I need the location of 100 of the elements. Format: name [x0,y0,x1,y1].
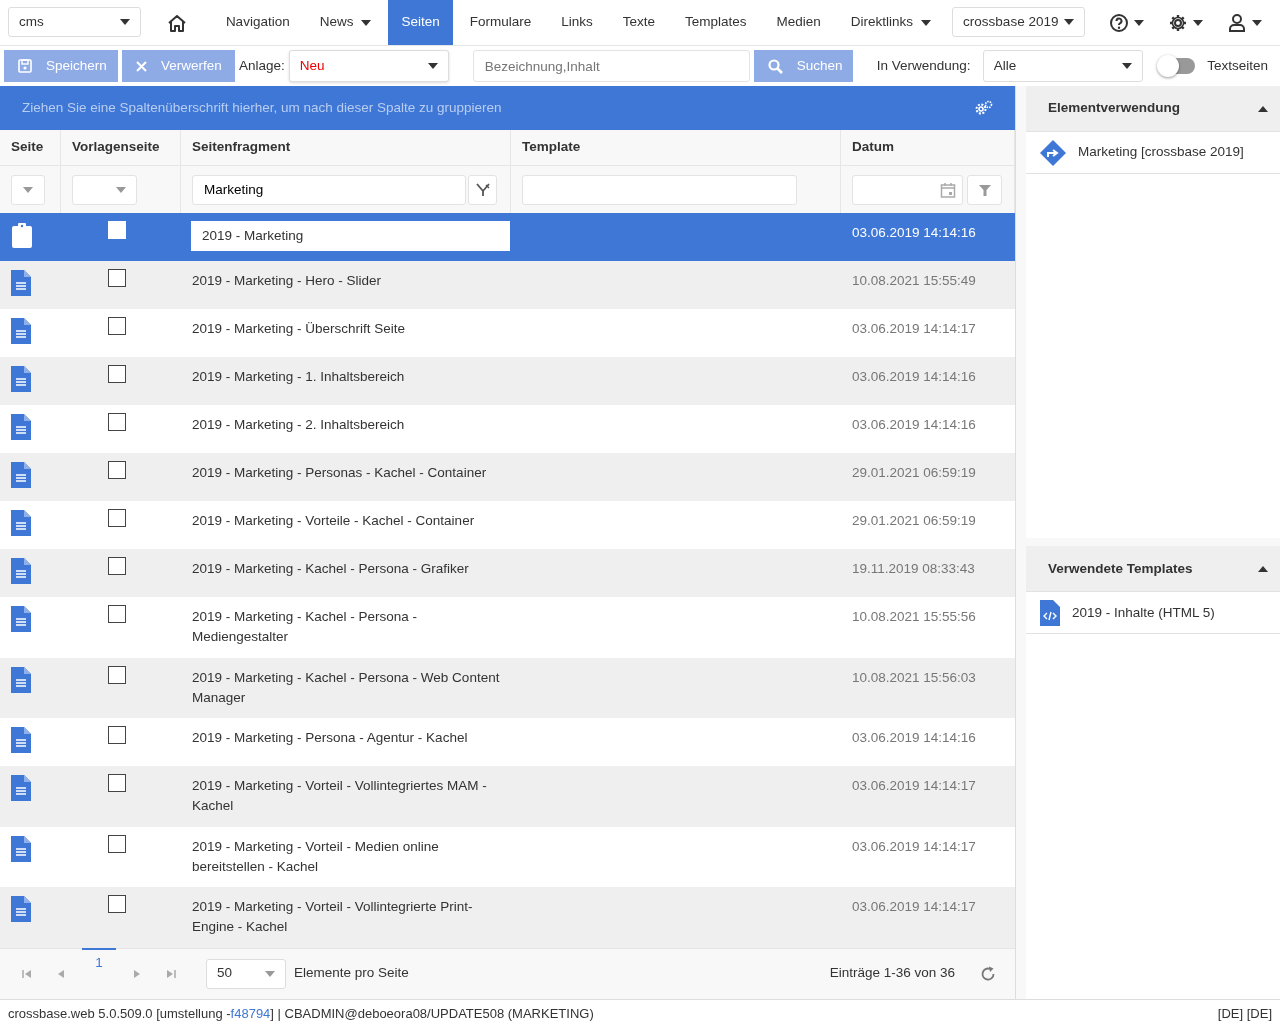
table-cell: 2019 - Marketing - Personas - Kachel - Container [192,465,487,480]
caret-icon [1252,19,1262,26]
entries-summary: Einträge 1-36 von 36 [829,964,955,983]
checkbox[interactable] [108,365,126,383]
document-icon [11,775,31,801]
settings-icon[interactable] [975,100,993,116]
panel-list-item[interactable]: 2019 - Inhalte (HTML 5) [1026,592,1280,635]
table-cell: 2019 - Marketing - Vorteil - Medien online bereitstellen - Kachel [192,838,439,874]
nav-tab[interactable]: Formulare [456,0,545,45]
home-icon[interactable] [166,13,187,32]
table-row[interactable]: 2019 - Marketing - 1. Inhaltsbereich 03.06.2019 14:14:16 [0,357,1015,405]
anlage-label: Anlage: [239,56,285,75]
checkbox[interactable] [108,557,126,575]
table-row[interactable]: 2019 - Marketing - Vorteile - Kachel - Container 29.01.2021 06:59:19 [0,501,1015,549]
document-icon [11,318,31,344]
caret-icon [119,19,130,25]
column-header[interactable]: Vorlagenseite [61,130,181,166]
filter-field[interactable]: Marketing [192,174,466,205]
table-cell: 03.06.2019 14:14:17 [852,838,976,854]
table-cell: 10.08.2021 15:55:49 [852,273,976,288]
checkbox[interactable] [108,413,126,431]
project-select[interactable]: crossbase 2019 [952,7,1085,37]
filter-icon [978,183,991,196]
nav-tab[interactable]: Seiten [388,0,453,45]
table-row[interactable]: 2019 - Marketing - 2. Inhaltsbereich 03.06.2019 14:14:16 [0,405,1015,453]
nav-tab[interactable]: Templates [672,0,760,45]
filter-field[interactable] [522,174,797,205]
nav-tab[interactable]: Links [548,0,606,45]
help-icon [1109,12,1129,33]
table-row[interactable]: 2019 - Marketing - Überschrift Seite 03.06.2019 14:14:17 [0,309,1015,357]
cell-edit-field[interactable]: 2019 - Marketing [191,221,510,251]
caret-icon [1064,19,1074,25]
document-icon [11,270,31,296]
checkbox[interactable] [108,317,126,335]
table-cell: 2019 - Marketing - 2. Inhaltsbereich [192,417,405,432]
search-icon [767,58,783,74]
column-header[interactable]: Datum [841,130,1015,166]
table-cell: 03.06.2019 14:14:17 [852,899,976,914]
table-cell: 10.08.2021 15:55:56 [852,609,976,624]
table-cell: 2019 - Marketing - Vorteil - Vollintegrierte Print-Engine - Kachel [192,899,473,935]
panel-header[interactable]: Elementverwendung [1026,86,1280,132]
checkbox[interactable] [108,461,126,479]
table-cell: 2019 - Marketing - 1. Inhaltsbereich [192,369,405,384]
filter-dropdown[interactable] [11,174,45,205]
checkbox[interactable] [108,665,126,684]
table-row[interactable]: 2019 - Marketing - Vorteil - Vollintegrierte Print-Engine - Kachel 03.06.2019 14:14:17 [0,887,1015,948]
checkbox[interactable] [108,605,126,623]
panel-list-item[interactable]: Marketing [crossbase 2019] [1026,132,1280,174]
direction-sign-icon [1040,139,1066,166]
nav-tab[interactable]: Medien [763,0,834,45]
checkbox[interactable] [108,726,126,744]
table-row[interactable]: 2019 - Marketing - Vorteil - Medien online bereitstellen - Kachel 03.06.2019 14:14:17 [0,826,1015,887]
checkbox[interactable] [108,269,126,287]
toggle-switch[interactable] [1159,58,1196,74]
checkbox[interactable] [108,834,126,853]
document-icon [11,896,31,922]
table-row[interactable]: 2019 - Marketing - Persona - Agentur - Kachel 03.06.2019 14:14:16 [0,718,1015,766]
column-header[interactable]: Seitenfragment [181,130,511,166]
checkbox[interactable] [108,509,126,527]
panel-header[interactable]: Verwendete Templates [1026,546,1280,593]
checkbox[interactable] [108,774,126,792]
nav-tab[interactable]: Navigation [212,0,303,45]
table-row[interactable]: 2019 - Marketing - Kachel - Persona - Grafiker 19.11.2019 08:33:43 [0,549,1015,597]
user-icon [1227,12,1247,33]
anlage-select[interactable]: Neu [288,50,449,82]
previous-page-icon [56,968,66,979]
clipboard-icon [11,222,33,248]
close-icon [136,60,147,72]
table-row[interactable]: 2019 - Marketing - Hero - Slider 10.08.2021 15:55:49 [0,261,1015,309]
table-row[interactable]: 2019 - Marketing - Kachel - Persona - Web Content Manager 10.08.2021 15:56:03 [0,657,1015,718]
nav-tab[interactable]: News [306,0,385,45]
table-cell: 2019 - Marketing - Vorteil - Vollintegriertes MAM - Kachel [192,778,487,814]
usage-select[interactable]: Alle [982,50,1143,82]
table-row[interactable]: 2019 - Marketing - Vorteil - Vollintegriertes MAM - Kachel 03.06.2019 14:14:17 [0,766,1015,827]
table-row[interactable]: 2019 - Marketing - Kachel - Persona - Mediengestalter 10.08.2021 15:55:56 [0,597,1015,658]
document-icon [11,606,31,632]
document-icon [11,835,31,862]
page-size-select[interactable]: 50 [206,958,286,989]
nav-tab[interactable]: Direktlinks [837,0,945,45]
table-cell: 03.06.2019 14:14:16 [852,225,976,240]
column-header[interactable]: Template [511,130,841,166]
clear-filter-button[interactable] [468,174,497,205]
document-icon [11,510,31,536]
table-cell: 03.06.2019 14:14:17 [852,778,976,793]
table-row[interactable]: 2019 - Marketing - Personas - Kachel - Container 29.01.2021 06:59:19 [0,453,1015,501]
checkbox[interactable] [108,895,126,913]
date-filter-field[interactable] [852,174,963,205]
table-cell: 2019 - Marketing - Kachel - Persona - Mediengestalter [192,609,418,645]
search-field[interactable]: Bezeichnung,Inhalt [472,50,750,82]
page-button[interactable]: 1 [82,947,116,978]
filter-button[interactable] [967,174,1002,205]
nav-tab[interactable]: Texte [609,0,669,45]
column-header[interactable]: Seite [0,130,61,166]
app-select[interactable]: cms [8,7,141,37]
last-page-icon [166,968,176,979]
document-icon [11,462,31,488]
table-cell: 29.01.2021 06:59:19 [852,465,976,480]
caret-icon [1193,19,1203,26]
save-icon [18,59,32,73]
table-row[interactable]: 2019 - Marketing 03.06.2019 14:14:16 [0,213,1015,261]
